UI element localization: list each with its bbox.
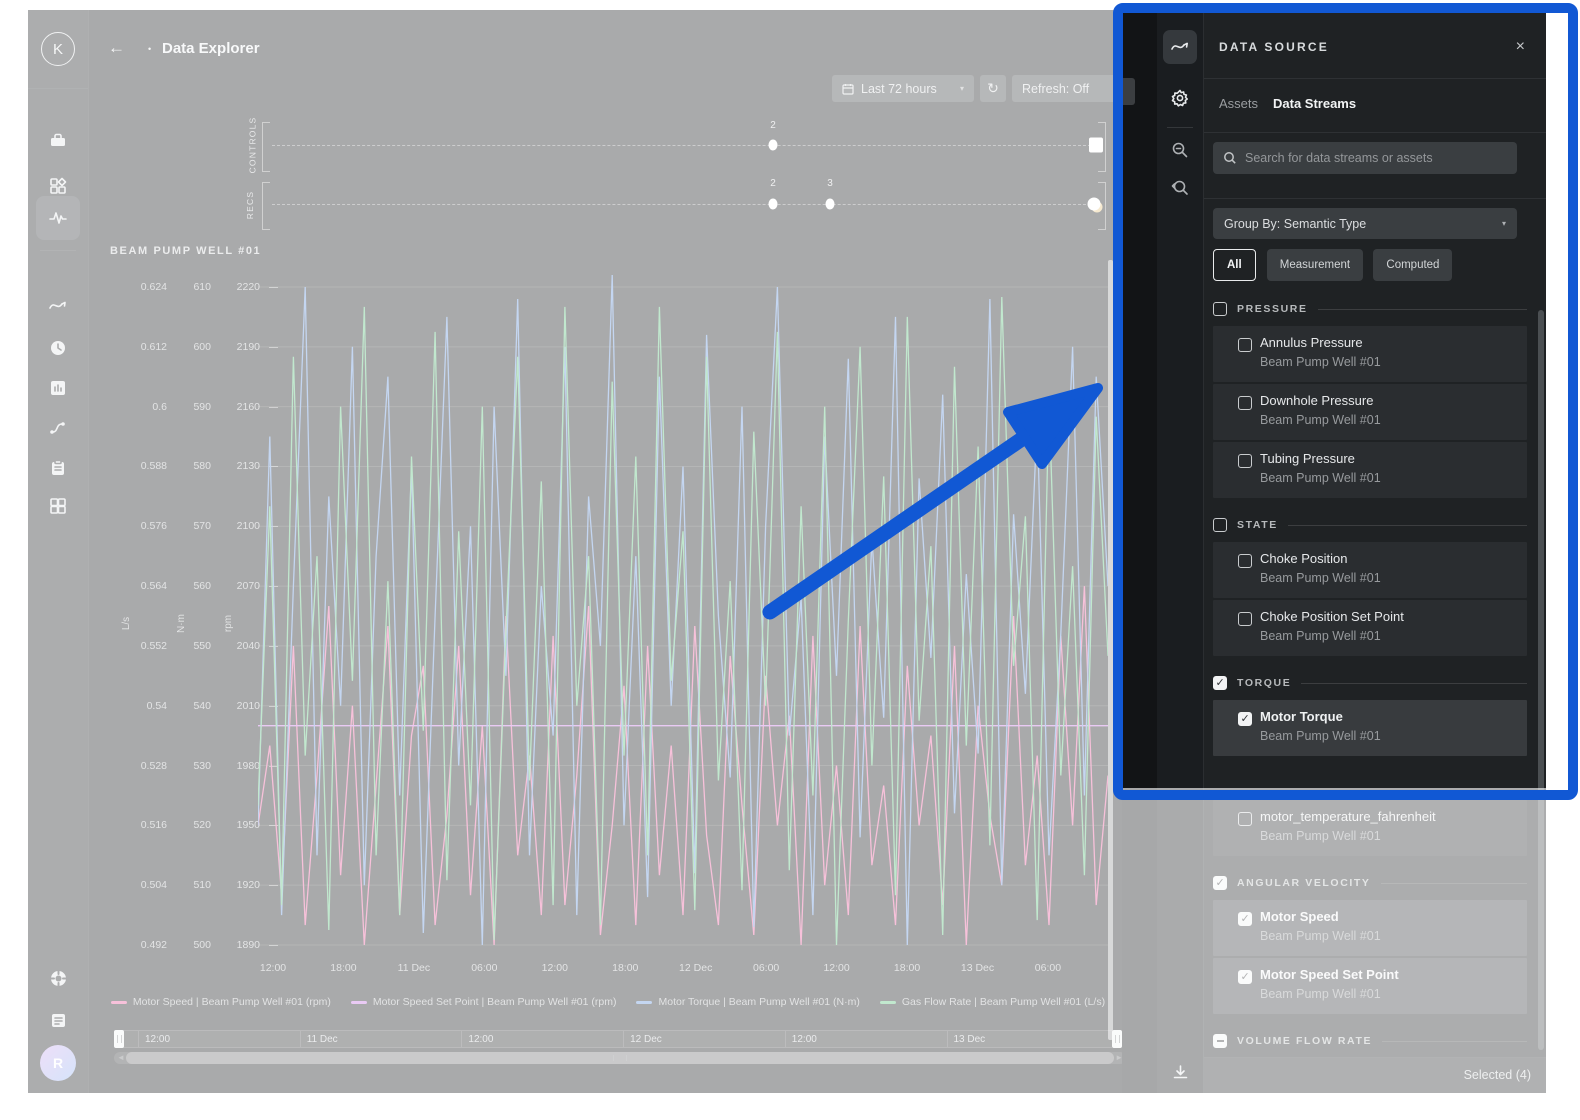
panel-lower-dim-overlay: [1122, 788, 1546, 1093]
screenshot-root: { "accent":{"highlight_blue":"#1158d4"},…: [0, 0, 1580, 1120]
highlight-box: [1113, 3, 1578, 800]
